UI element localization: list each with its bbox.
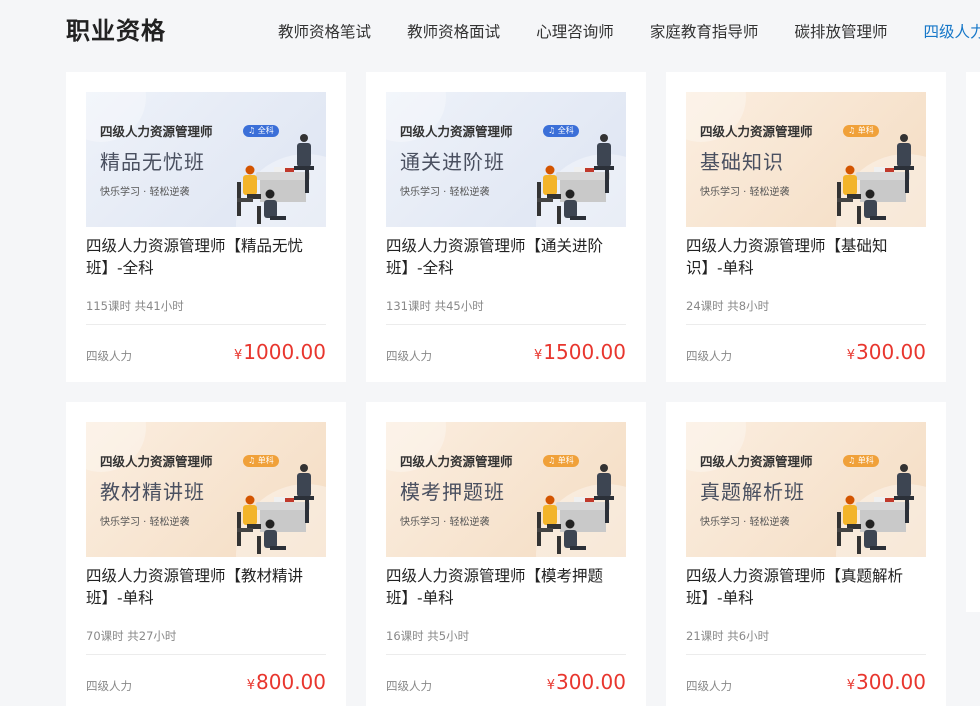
tab-psychological-counselor[interactable]: 心理咨询师 — [536, 20, 614, 42]
course-title[interactable]: 四级人力资源管理师【真题解析班】-单科 — [686, 565, 922, 609]
card-divider — [386, 324, 626, 325]
thumbnail-slogan: 快乐学习 · 轻松逆袭 — [100, 517, 190, 528]
course-duration: 21课时 共6小时 — [686, 629, 770, 643]
office-meeting-illustration — [837, 134, 914, 224]
page-header: 职业资格 教师资格笔试 教师资格面试 心理咨询师 家庭教育指导师 碳排放管理师 … — [0, 0, 980, 62]
partial-course-card — [966, 72, 980, 612]
thumbnail-brand: 四级人力资源管理师 — [700, 124, 813, 139]
course-title[interactable]: 四级人力资源管理师【精品无忧班】-全科 — [86, 235, 322, 279]
course-card[interactable]: 四级人力资源管理师 ♫ 全科 通关进阶班 快乐学习 · 轻松逆袭 四级人力资源管… — [366, 72, 646, 382]
card-divider — [686, 324, 926, 325]
thumbnail-brand: 四级人力资源管理师 — [400, 454, 513, 469]
course-thumbnail[interactable]: 四级人力资源管理师 ♫ 单科 教材精讲班 快乐学习 · 轻松逆袭 — [86, 422, 326, 557]
office-meeting-illustration — [237, 134, 314, 224]
course-price: ¥300.00 — [547, 670, 626, 694]
course-title[interactable]: 四级人力资源管理师【模考押题班】-单科 — [386, 565, 622, 609]
thumbnail-brand: 四级人力资源管理师 — [700, 454, 813, 469]
course-card[interactable]: 四级人力资源管理师 ♫ 单科 基础知识 快乐学习 · 轻松逆袭 四级人力资源管理… — [666, 72, 946, 382]
course-price: ¥300.00 — [847, 670, 926, 694]
price-value: 1500.00 — [543, 340, 626, 364]
price-value: 1000.00 — [243, 340, 326, 364]
price-value: 300.00 — [556, 670, 626, 694]
course-duration: 115课时 共41小时 — [86, 299, 184, 313]
currency-symbol: ¥ — [546, 678, 556, 693]
course-category: 四级人力 — [86, 349, 132, 363]
thumbnail-course-name: 教材精讲班 — [100, 480, 205, 504]
course-card[interactable]: 四级人力资源管理师 ♫ 单科 教材精讲班 快乐学习 · 轻松逆袭 四级人力资源管… — [66, 402, 346, 706]
course-thumbnail[interactable]: 四级人力资源管理师 ♫ 全科 通关进阶班 快乐学习 · 轻松逆袭 — [386, 92, 626, 227]
thumbnail-slogan: 快乐学习 · 轻松逆袭 — [700, 187, 790, 198]
price-value: 800.00 — [256, 670, 326, 694]
course-thumbnail[interactable]: 四级人力资源管理师 ♫ 单科 模考押题班 快乐学习 · 轻松逆袭 — [386, 422, 626, 557]
course-duration: 16课时 共5小时 — [386, 629, 470, 643]
card-divider — [686, 654, 926, 655]
course-category: 四级人力 — [686, 349, 732, 363]
currency-symbol: ¥ — [846, 348, 856, 363]
course-title[interactable]: 四级人力资源管理师【通关进阶班】-全科 — [386, 235, 622, 279]
course-thumbnail[interactable]: 四级人力资源管理师 ♫ 单科 基础知识 快乐学习 · 轻松逆袭 — [686, 92, 926, 227]
card-divider — [86, 324, 326, 325]
course-category: 四级人力 — [386, 349, 432, 363]
thumbnail-brand: 四级人力资源管理师 — [100, 454, 213, 469]
thumbnail-slogan: 快乐学习 · 轻松逆袭 — [100, 187, 190, 198]
office-meeting-illustration — [537, 464, 614, 554]
currency-symbol: ¥ — [534, 348, 543, 363]
page-title: 职业资格 — [66, 17, 166, 45]
office-meeting-illustration — [537, 134, 614, 224]
thumbnail-course-name: 模考押题班 — [400, 480, 505, 504]
price-value: 300.00 — [856, 340, 926, 364]
thumbnail-brand: 四级人力资源管理师 — [100, 124, 213, 139]
thumbnail-course-name: 精品无忧班 — [100, 150, 205, 174]
course-category: 四级人力 — [686, 679, 732, 693]
course-duration: 70课时 共27小时 — [86, 629, 177, 643]
thumbnail-slogan: 快乐学习 · 轻松逆袭 — [400, 517, 490, 528]
tab-hr-level4[interactable]: 四级人力 — [924, 20, 980, 42]
course-duration: 24课时 共8小时 — [686, 299, 770, 313]
course-category: 四级人力 — [386, 679, 432, 693]
currency-symbol: ¥ — [234, 348, 243, 363]
course-category: 四级人力 — [86, 679, 132, 693]
course-price: ¥1000.00 — [234, 340, 326, 364]
thumbnail-course-name: 真题解析班 — [700, 480, 805, 504]
office-meeting-illustration — [837, 464, 914, 554]
thumbnail-course-name: 通关进阶班 — [400, 150, 505, 174]
course-title[interactable]: 四级人力资源管理师【教材精讲班】-单科 — [86, 565, 322, 609]
office-meeting-illustration — [237, 464, 314, 554]
card-divider — [86, 654, 326, 655]
currency-symbol: ¥ — [846, 678, 856, 693]
tab-teacher-interview[interactable]: 教师资格面试 — [407, 20, 500, 42]
course-price: ¥300.00 — [847, 340, 926, 364]
course-card[interactable]: 四级人力资源管理师 ♫ 单科 真题解析班 快乐学习 · 轻松逆袭 四级人力资源管… — [666, 402, 946, 706]
thumbnail-course-name: 基础知识 — [700, 150, 784, 174]
tab-teacher-written[interactable]: 教师资格笔试 — [278, 20, 371, 42]
tab-family-education[interactable]: 家庭教育指导师 — [650, 20, 759, 42]
currency-symbol: ¥ — [246, 678, 256, 693]
course-thumbnail[interactable]: 四级人力资源管理师 ♫ 全科 精品无忧班 快乐学习 · 轻松逆袭 — [86, 92, 326, 227]
course-title[interactable]: 四级人力资源管理师【基础知识】-单科 — [686, 235, 922, 279]
tab-carbon-emission[interactable]: 碳排放管理师 — [794, 20, 887, 42]
thumbnail-slogan: 快乐学习 · 轻松逆袭 — [700, 517, 790, 528]
category-tabs: 教师资格笔试 教师资格面试 心理咨询师 家庭教育指导师 碳排放管理师 四级人力 — [278, 20, 980, 42]
course-price: ¥800.00 — [247, 670, 326, 694]
thumbnail-slogan: 快乐学习 · 轻松逆袭 — [400, 187, 490, 198]
course-card[interactable]: 四级人力资源管理师 ♫ 全科 精品无忧班 快乐学习 · 轻松逆袭 四级人力资源管… — [66, 72, 346, 382]
price-value: 300.00 — [856, 670, 926, 694]
card-divider — [386, 654, 626, 655]
course-duration: 131课时 共45小时 — [386, 299, 484, 313]
course-price: ¥1500.00 — [534, 340, 626, 364]
course-thumbnail[interactable]: 四级人力资源管理师 ♫ 单科 真题解析班 快乐学习 · 轻松逆袭 — [686, 422, 926, 557]
course-card[interactable]: 四级人力资源管理师 ♫ 单科 模考押题班 快乐学习 · 轻松逆袭 四级人力资源管… — [366, 402, 646, 706]
thumbnail-brand: 四级人力资源管理师 — [400, 124, 513, 139]
